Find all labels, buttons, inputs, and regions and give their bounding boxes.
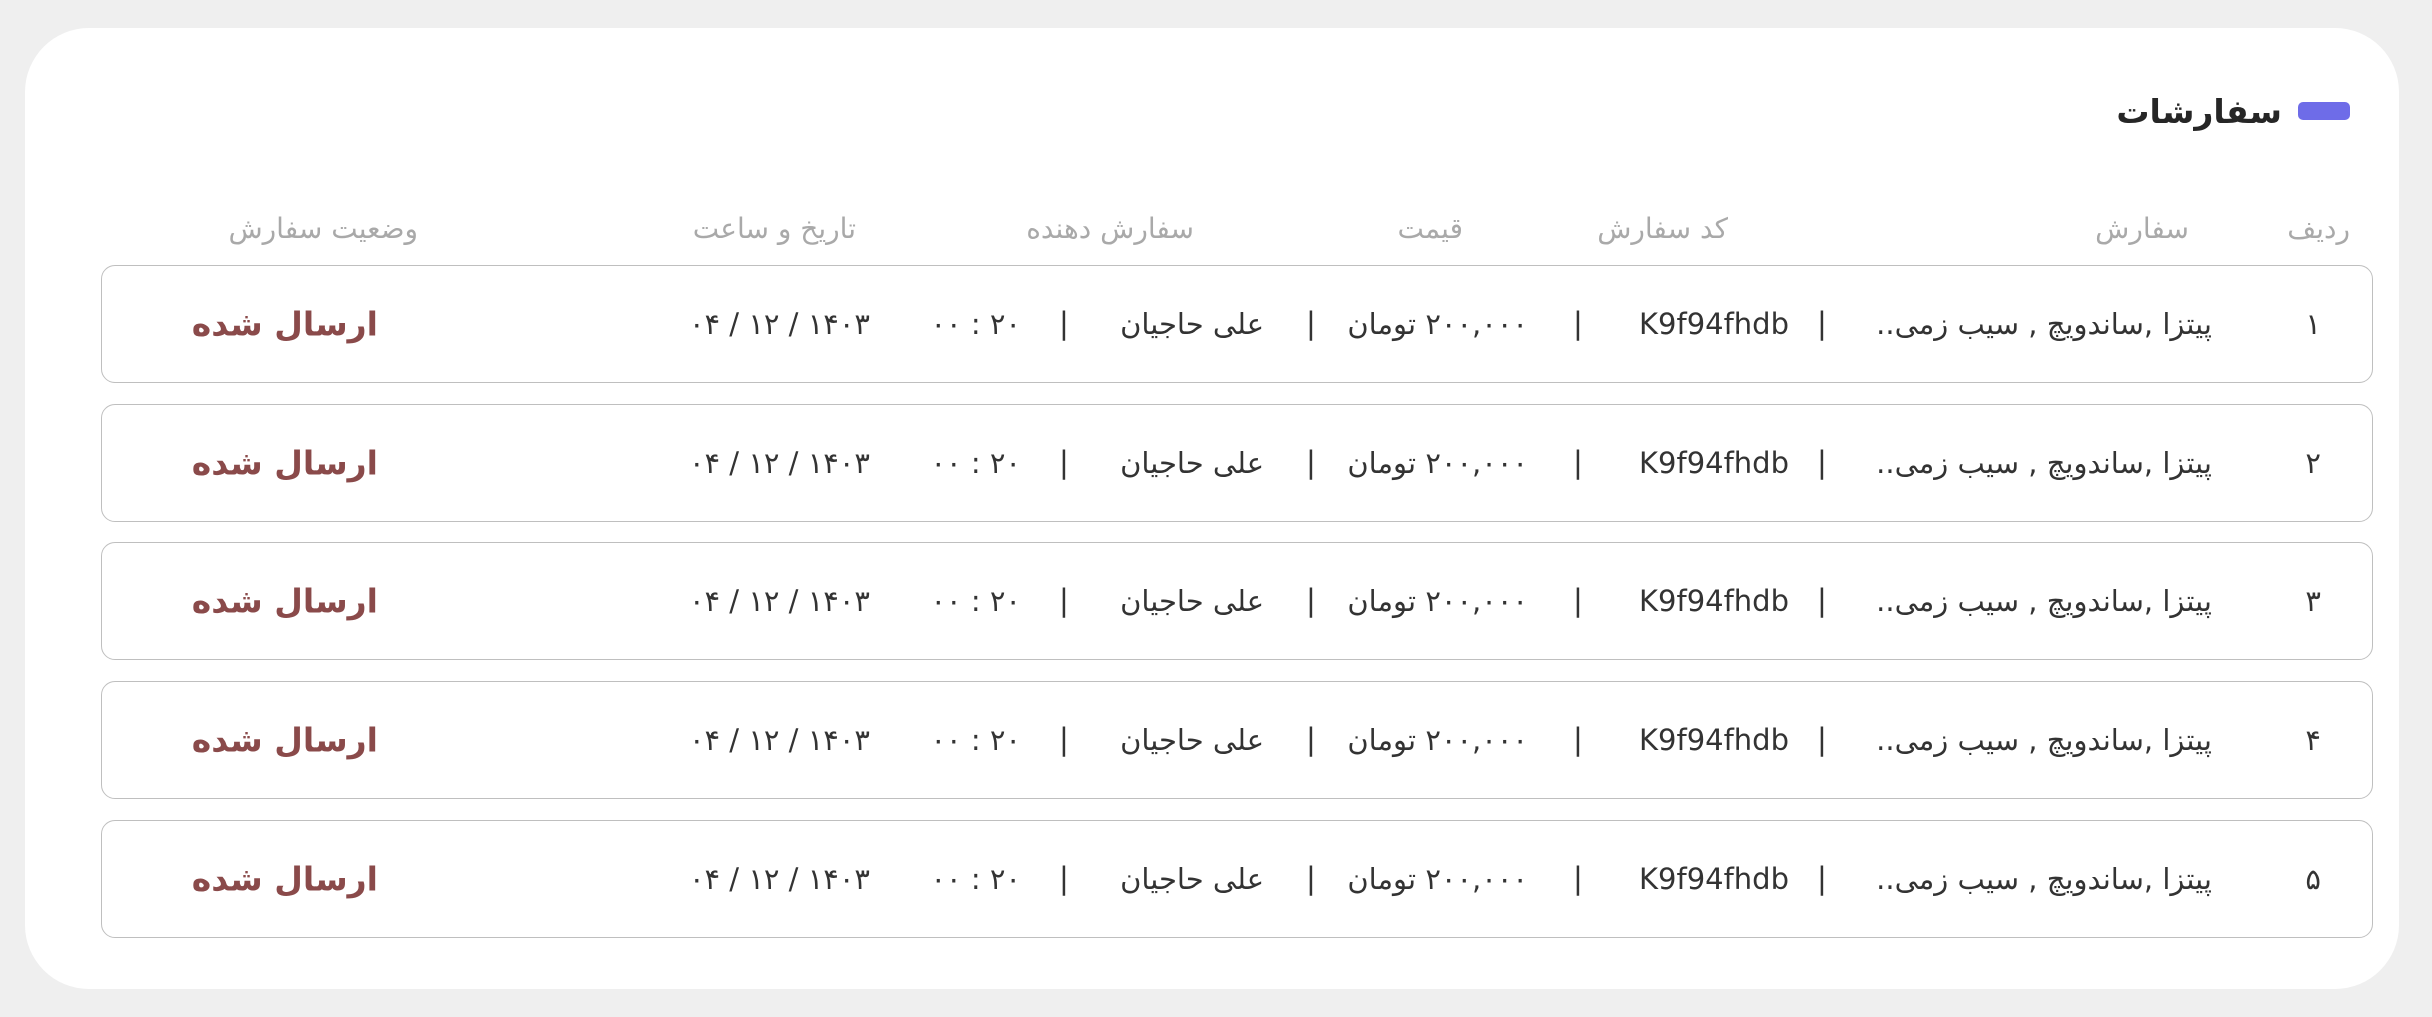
row-number: ۴ — [2305, 723, 2321, 757]
row-number: ۳ — [2305, 584, 2321, 618]
order-price: ۲۰۰,۰۰۰ تومان — [1347, 446, 1528, 480]
order-code: K9f94fhdb — [1639, 584, 1789, 618]
order-price: ۲۰۰,۰۰۰ تومان — [1347, 723, 1528, 757]
separator: | — [1816, 583, 1827, 619]
order-date: ۱۴۰۳ / ۱۲ / ۰۴ — [688, 584, 870, 618]
order-date: ۱۴۰۳ / ۱۲ / ۰۴ — [688, 723, 870, 757]
customer-name: علی حاجیان — [1120, 723, 1264, 757]
order-time: ۲۰ : ۰۰ — [930, 862, 1021, 896]
order-price: ۲۰۰,۰۰۰ تومان — [1347, 862, 1528, 896]
header-order: سفارش — [2095, 212, 2189, 245]
separator: | — [1058, 861, 1069, 897]
separator: | — [1816, 306, 1827, 342]
separator: | — [1816, 722, 1827, 758]
separator: | — [1572, 861, 1583, 897]
separator: | — [1305, 861, 1316, 897]
order-items: پیتزا ,ساندویچ , سیب زمی.. — [1876, 307, 2212, 341]
separator: | — [1305, 306, 1316, 342]
header-datetime: تاریخ و ساعت — [692, 212, 856, 245]
order-row[interactable]: ۱ پیتزا ,ساندویچ , سیب زمی.. | K9f94fhdb | ۲۰… — [101, 265, 2373, 383]
customer-name: علی حاجیان — [1120, 862, 1264, 896]
section-title: سفارشات — [2116, 91, 2282, 131]
separator: | — [1305, 445, 1316, 481]
order-price: ۲۰۰,۰۰۰ تومان — [1347, 584, 1528, 618]
order-code: K9f94fhdb — [1639, 723, 1789, 757]
order-status: ارسال شده — [191, 581, 378, 621]
order-time: ۲۰ : ۰۰ — [930, 307, 1021, 341]
order-row[interactable]: ۳ پیتزا ,ساندویچ , سیب زمی.. | K9f94fhdb | ۲۰… — [101, 542, 2373, 660]
separator: | — [1305, 722, 1316, 758]
header-order-code: کد سفارش — [1597, 212, 1728, 245]
separator: | — [1305, 583, 1316, 619]
order-row[interactable]: ۵ پیتزا ,ساندویچ , سیب زمی.. | K9f94fhdb | ۲۰… — [101, 820, 2373, 938]
order-row[interactable]: ۴ پیتزا ,ساندویچ , سیب زمی.. | K9f94fhdb | ۲۰… — [101, 681, 2373, 799]
customer-name: علی حاجیان — [1120, 446, 1264, 480]
row-number: ۲ — [2305, 446, 2321, 480]
separator: | — [1572, 722, 1583, 758]
header-customer: سفارش دهنده — [1026, 212, 1194, 245]
separator: | — [1058, 445, 1069, 481]
order-time: ۲۰ : ۰۰ — [930, 584, 1021, 618]
order-items: پیتزا ,ساندویچ , سیب زمی.. — [1876, 723, 2212, 757]
order-items: پیتزا ,ساندویچ , سیب زمی.. — [1876, 862, 2212, 896]
separator: | — [1058, 583, 1069, 619]
row-number: ۱ — [2305, 307, 2321, 341]
order-items: پیتزا ,ساندویچ , سیب زمی.. — [1876, 446, 2212, 480]
separator: | — [1058, 306, 1069, 342]
order-status: ارسال شده — [191, 304, 378, 344]
order-price: ۲۰۰,۰۰۰ تومان — [1347, 307, 1528, 341]
order-date: ۱۴۰۳ / ۱۲ / ۰۴ — [688, 862, 870, 896]
order-code: K9f94fhdb — [1639, 446, 1789, 480]
order-code: K9f94fhdb — [1639, 307, 1789, 341]
separator: | — [1572, 445, 1583, 481]
row-number: ۵ — [2305, 862, 2321, 896]
separator: | — [1572, 306, 1583, 342]
order-items: پیتزا ,ساندویچ , سیب زمی.. — [1876, 584, 2212, 618]
order-date: ۱۴۰۳ / ۱۲ / ۰۴ — [688, 307, 870, 341]
header-row-number: ردیف — [2287, 212, 2350, 245]
separator: | — [1572, 583, 1583, 619]
title-accent-bar — [2298, 102, 2350, 120]
separator: | — [1816, 861, 1827, 897]
separator: | — [1816, 445, 1827, 481]
customer-name: علی حاجیان — [1120, 307, 1264, 341]
section-header: سفارشات — [2116, 86, 2350, 136]
order-time: ۲۰ : ۰۰ — [930, 723, 1021, 757]
header-status: وضعیت سفارش — [228, 212, 418, 245]
order-row[interactable]: ۲ پیتزا ,ساندویچ , سیب زمی.. | K9f94fhdb | ۲۰… — [101, 404, 2373, 522]
order-date: ۱۴۰۳ / ۱۲ / ۰۴ — [688, 446, 870, 480]
customer-name: علی حاجیان — [1120, 584, 1264, 618]
order-status: ارسال شده — [191, 859, 378, 899]
order-status: ارسال شده — [191, 443, 378, 483]
order-time: ۲۰ : ۰۰ — [930, 446, 1021, 480]
header-price: قیمت — [1397, 212, 1463, 245]
separator: | — [1058, 722, 1069, 758]
order-code: K9f94fhdb — [1639, 862, 1789, 896]
order-status: ارسال شده — [191, 720, 378, 760]
orders-card: سفارشات ردیف سفارش کد سفارش قیمت سفارش د… — [25, 28, 2399, 989]
